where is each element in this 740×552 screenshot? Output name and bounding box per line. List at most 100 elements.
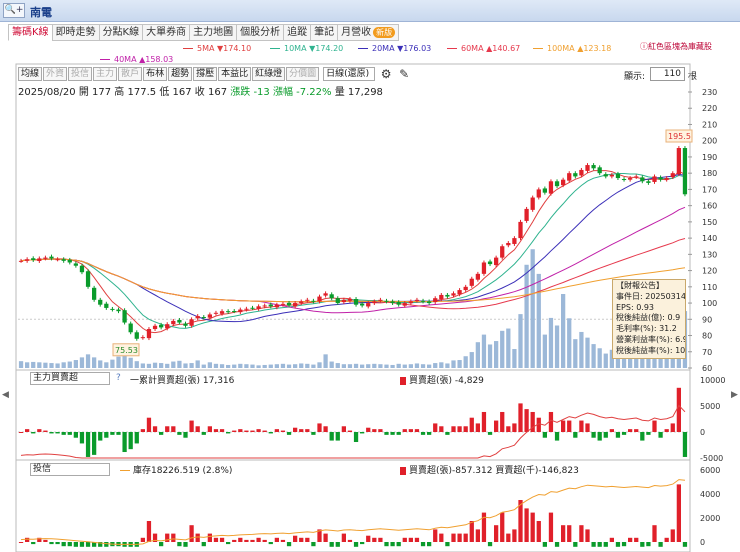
trust-net-bar: [280, 539, 286, 542]
candle-body: [597, 167, 602, 174]
main-force-bar: [159, 432, 164, 435]
candle-body: [445, 294, 450, 297]
scroll-left-arrow[interactable]: ◀: [2, 390, 9, 400]
main-force-cumulative-legend: 一累計買賣超(張) 17,316: [130, 376, 235, 386]
candle-body: [634, 176, 639, 178]
volume-bar: [494, 341, 499, 368]
main-force-bar: [628, 429, 633, 432]
main-force-bar: [305, 429, 310, 432]
main-force-bar: [189, 420, 194, 432]
volume-bar: [500, 330, 505, 368]
volume-bar: [98, 360, 103, 368]
main-force-bar: [244, 430, 249, 432]
volume-bar: [506, 328, 511, 368]
volume-bar: [305, 363, 310, 368]
candle-body: [621, 179, 627, 181]
candle-body: [396, 302, 401, 305]
main-force-bar: [329, 432, 334, 441]
trust-net-bar: [433, 529, 438, 542]
candle-body: [329, 294, 334, 299]
main-force-bar: [140, 429, 145, 432]
candle-body: [55, 259, 60, 261]
stock-chart[interactable]: 60 70 80 90 100 110 120 130 140 150 160 170 180 190 20…: [0, 0, 740, 552]
main-force-bar: [219, 429, 225, 432]
candle-body: [256, 306, 261, 309]
candle-body: [439, 294, 444, 300]
candle-body: [420, 300, 426, 302]
main-force-bar: [414, 429, 420, 432]
candle-body: [244, 308, 249, 310]
candle-body: [128, 323, 133, 333]
trust-net-bar: [603, 542, 608, 547]
candle-body: [274, 304, 279, 308]
trust-net-bar: [213, 537, 219, 542]
main-force-bar: [25, 429, 30, 432]
trust-net-bar: [500, 512, 505, 542]
main-force-bar: [615, 432, 621, 438]
main-force-bar: [427, 432, 432, 435]
main-force-bar: [567, 420, 572, 432]
volume-bar: [390, 364, 395, 368]
trust-net-bar: [189, 525, 194, 542]
volume-bar: [518, 314, 523, 368]
volume-bar: [554, 325, 560, 368]
tooltip-line: 事件日: 20250314: [616, 291, 686, 301]
candle-body: [43, 257, 48, 259]
trust-net-bar: [414, 537, 420, 542]
price-annotation-label: 195.5: [668, 132, 691, 141]
trust-net-bar: [335, 542, 340, 547]
volume-bar: [439, 362, 444, 368]
volume-bar: [463, 356, 468, 368]
trust-net-bar: [469, 521, 474, 542]
trust-net-bar: [73, 542, 78, 547]
volume-bar: [542, 334, 547, 368]
main-force-bar: [445, 432, 450, 435]
main-force-bar: [621, 432, 627, 435]
volume-bar: [195, 360, 200, 368]
institution-select[interactable]: 投信: [30, 463, 110, 476]
main-force-bar: [207, 426, 212, 432]
trust-net-bar: [512, 529, 517, 542]
candle-body: [548, 181, 554, 194]
trust-net-bar: [85, 542, 91, 547]
price-tick-label: 130: [702, 250, 717, 259]
main-force-bar: [250, 430, 255, 432]
tooltip-lines: 事件日: 20250314 EPS: 0.93 稅後純益(億): 0.9 毛利率(%)…: [616, 291, 686, 357]
price-tick-label: 80: [702, 332, 712, 341]
volume-bar: [207, 362, 212, 368]
volume-bar: [433, 363, 438, 368]
price-tick-label: 170: [702, 185, 717, 194]
volume-bar: [31, 361, 36, 368]
main-force-bar: [433, 423, 438, 432]
main-force-select[interactable]: 主力買賣超: [30, 372, 110, 385]
trust-net-bar: [567, 525, 572, 542]
price-tick-label: 70: [702, 348, 712, 357]
trust-net-bar: [299, 537, 304, 542]
main-force-bar: [378, 429, 383, 432]
volume-bar: [561, 293, 566, 368]
candle-body: [433, 298, 438, 303]
volume-bar: [49, 363, 54, 368]
trust-net-bar: [585, 529, 590, 542]
financial-report-tooltip: 【財報公告】 事件日: 20250314 EPS: 0.93 稅後純益(億): 0.…: [612, 279, 686, 359]
trust-net-bar: [25, 537, 30, 542]
price-tick-label: 210: [702, 120, 717, 129]
volume-bar: [244, 364, 249, 368]
help-icon[interactable]: ?: [116, 373, 121, 383]
main-force-bar: [165, 426, 170, 432]
trust-inventory-legend: 庫存18226.519 (2.8%): [120, 463, 232, 476]
candle-body: [18, 260, 24, 262]
trust-net-bar: [146, 521, 152, 542]
candle-body: [457, 290, 462, 295]
main-force-bar: [579, 420, 584, 432]
volume-bar: [110, 359, 115, 368]
volume-bar: [378, 364, 383, 368]
price-tick-label: 150: [702, 218, 717, 227]
main-force-bar: [226, 432, 231, 434]
main-force-bar: [512, 423, 517, 432]
main-force-bar: [366, 427, 371, 432]
candle-body: [652, 176, 657, 182]
price-tick-label: 200: [702, 137, 717, 146]
candle-body: [152, 325, 158, 330]
scroll-right-arrow[interactable]: ▶: [731, 390, 738, 400]
